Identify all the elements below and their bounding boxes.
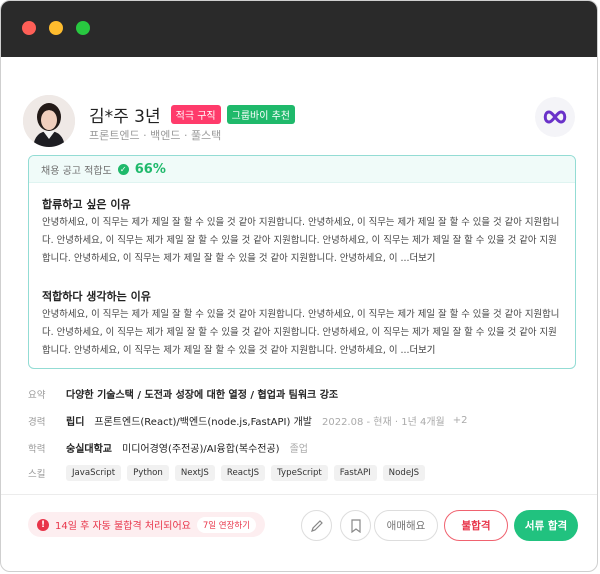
skills-label: 스킬 bbox=[28, 469, 46, 480]
summary-label: 요약 bbox=[28, 389, 46, 401]
career-row: 경력 립디 프론트엔드(React)/백엔드(node.js,FastAPI) … bbox=[28, 413, 468, 428]
fit-header: 채용 공고 적합도 ✓ 66% bbox=[29, 156, 575, 183]
skill-tag: TypeScript bbox=[271, 465, 328, 481]
minimize-window-button[interactable] bbox=[49, 21, 63, 35]
education-status: 졸업 bbox=[289, 444, 308, 455]
education-label: 학력 bbox=[28, 443, 46, 455]
candidate-card: 김*주 3년 적극 구직 그룹바이 추천 프론트엔드 · 백엔드 · 풀스택 채… bbox=[1, 57, 597, 571]
candidate-name: 김*주 3년 bbox=[89, 107, 161, 127]
hold-button[interactable]: 애매해요 bbox=[374, 510, 438, 541]
reason-join-body: 안녕하세요, 이 직무는 제가 제일 잘 할 수 있을 것 같아 지원합니다. … bbox=[42, 214, 562, 268]
skill-tag: JavaScript bbox=[66, 465, 122, 481]
bookmark-icon bbox=[350, 518, 361, 533]
maximize-window-button[interactable] bbox=[76, 21, 90, 35]
skill-tag: NodeJS bbox=[382, 465, 426, 481]
avatar bbox=[23, 95, 75, 147]
reason-join-title: 합류하고 싶은 이유 bbox=[42, 198, 131, 211]
education-row: 학력 숭실대학교 미디어경영(주전공)/AI융합(복수전공) 졸업 bbox=[28, 440, 308, 456]
app-window: 김*주 3년 적극 구직 그룹바이 추천 프론트엔드 · 백엔드 · 풀스택 채… bbox=[0, 0, 598, 572]
pencil-icon bbox=[310, 519, 323, 532]
footer-divider bbox=[1, 494, 597, 495]
fit-score: 66% bbox=[134, 161, 166, 177]
skill-tag: ReactJS bbox=[220, 465, 266, 481]
education-school: 숭실대학교 bbox=[66, 444, 112, 455]
close-window-button[interactable] bbox=[22, 21, 36, 35]
summary-row: 요약 다양한 기술스택 / 도전과 성장에 대한 열정 / 협업과 팀워크 강조 bbox=[28, 386, 339, 402]
reason-join-more-link[interactable]: 더보기 bbox=[409, 253, 435, 264]
reason-fit-text: 안녕하세요, 이 직무는 제가 제일 잘 할 수 있을 것 같아 지원합니다. … bbox=[42, 309, 560, 356]
career-position: 프론트엔드(React)/백엔드(node.js,FastAPI) 개발 bbox=[94, 417, 312, 428]
infinity-logo-icon bbox=[535, 97, 575, 137]
career-label: 경력 bbox=[28, 416, 46, 428]
skill-tag: NextJS bbox=[174, 465, 215, 481]
reason-join-text: 안녕하세요, 이 직무는 제가 제일 잘 할 수 있을 것 같아 지원합니다. … bbox=[42, 217, 560, 264]
candidate-header: 김*주 3년 적극 구직 그룹바이 추천 bbox=[89, 102, 296, 127]
auto-reject-warning: ! 14일 후 자동 불합격 처리되어요 7일 연장하기 bbox=[28, 512, 266, 537]
summary-value: 다양한 기술스택 / 도전과 성장에 대한 열정 / 협업과 팀워크 강조 bbox=[66, 390, 339, 401]
alert-icon: ! bbox=[37, 518, 49, 531]
career-more-count[interactable]: +2 bbox=[453, 415, 468, 426]
window-titlebar bbox=[1, 1, 597, 57]
candidate-roles: 프론트엔드 · 백엔드 · 풀스택 bbox=[89, 129, 222, 142]
warning-text: 14일 후 자동 불합격 처리되어요 bbox=[55, 521, 191, 532]
status-badge-active: 적극 구직 bbox=[170, 105, 221, 124]
fit-label: 채용 공고 적합도 bbox=[41, 165, 112, 177]
reason-fit-body: 안녕하세요, 이 직무는 제가 제일 잘 할 수 있을 것 같아 지원합니다. … bbox=[42, 306, 562, 360]
check-circle-icon: ✓ bbox=[117, 163, 129, 175]
bookmark-button[interactable] bbox=[340, 510, 371, 541]
fit-panel: 채용 공고 적합도 ✓ 66% 합류하고 싶은 이유 안녕하세요, 이 직무는 … bbox=[28, 155, 576, 369]
career-company: 립디 bbox=[66, 417, 85, 428]
skills-row: 스킬 JavaScript Python NextJS ReactJS Type… bbox=[28, 465, 431, 481]
pass-button[interactable]: 서류 합격 bbox=[514, 510, 578, 541]
reject-button[interactable]: 불합격 bbox=[444, 510, 508, 541]
status-badge-recommended: 그룹바이 추천 bbox=[226, 105, 296, 124]
edit-button[interactable] bbox=[301, 510, 332, 541]
career-period: 2022.08 - 현재 · 1년 4개월 bbox=[321, 417, 445, 428]
extend-7-days-button[interactable]: 7일 연장하기 bbox=[196, 516, 257, 533]
skill-tag: Python bbox=[127, 465, 169, 481]
reason-fit-more-link[interactable]: 더보기 bbox=[409, 345, 435, 356]
education-major: 미디어경영(주전공)/AI융합(복수전공) bbox=[122, 444, 280, 455]
reason-fit-title: 적합하다 생각하는 이유 bbox=[42, 290, 151, 303]
skill-tag: FastAPI bbox=[333, 465, 377, 481]
